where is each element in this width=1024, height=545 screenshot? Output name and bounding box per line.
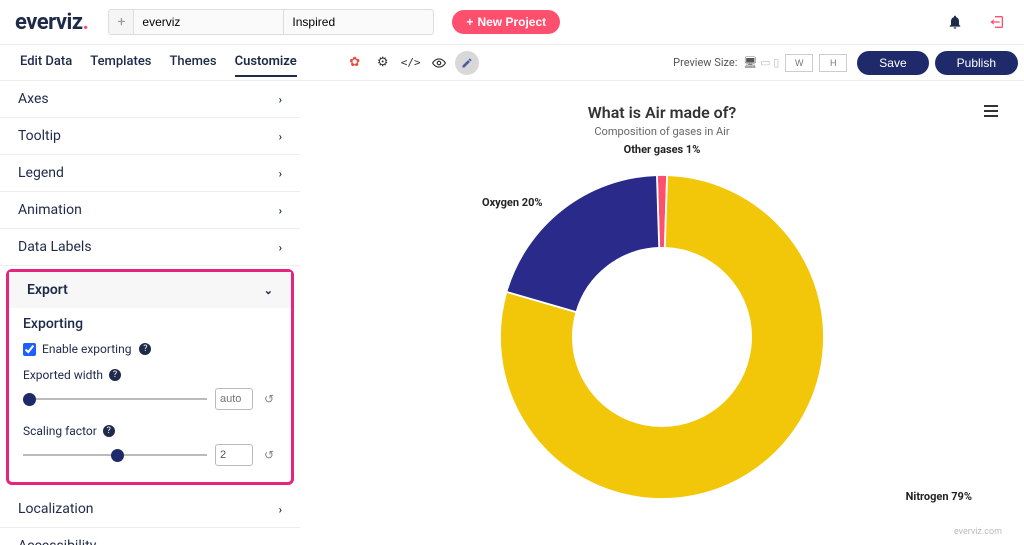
preview-size: Preview Size: 🖥 ▭ ▯ [673,54,847,72]
eye-icon[interactable] [427,51,451,75]
chart-subtitle: Composition of gases in Air [312,125,1012,138]
chevron-down-icon: ⌄ [264,284,273,297]
exported-width-row: Exported width? ↺ [23,368,277,410]
acc-animation[interactable]: Animation› [0,192,300,229]
watermark: everviz.com [954,527,1002,537]
gear-icon[interactable]: ✿ [343,51,367,75]
scaling-factor-slider[interactable] [23,448,207,462]
acc-data-labels[interactable]: Data Labels› [0,229,300,266]
reset-icon[interactable]: ↺ [261,391,277,407]
preview-height-input[interactable] [819,54,847,72]
acc-axes[interactable]: Axes› [0,81,300,118]
chevron-right-icon: › [279,540,282,545]
mobile-icon[interactable]: ▯ [773,56,779,69]
chevron-right-icon: › [279,204,282,217]
main: Axes› Tooltip› Legend› Animation› Data L… [0,81,1024,545]
tab-customize[interactable]: Customize [235,48,297,77]
desktop-icon[interactable]: 🖥 [743,56,757,69]
exported-width-input[interactable] [215,388,253,410]
tool-icons: ✿ ⚙ </> [343,51,479,75]
chart-title: What is Air made of? [312,91,1012,122]
new-project-button[interactable]: + New Project [452,10,560,34]
logo: everviz. [10,10,108,35]
new-project-label: New Project [477,15,546,29]
logout-icon[interactable] [980,5,1014,39]
scaling-factor-input[interactable] [215,444,253,466]
sliders-icon[interactable]: ⚙ [371,51,395,75]
chart-card: What is Air made of? Composition of gase… [312,91,1012,541]
acc-tooltip[interactable]: Tooltip› [0,118,300,155]
preview-size-label: Preview Size: [673,56,737,69]
project-name-group: + [108,9,434,35]
export-panel: Exporting Enable exporting ? Exported wi… [9,308,291,482]
tab-themes[interactable]: Themes [169,48,216,77]
chevron-right-icon: › [279,241,282,254]
data-label-oxygen: Oxygen 20% [482,196,543,209]
acc-localization[interactable]: Localization› [0,491,300,528]
chevron-right-icon: › [279,167,282,180]
editor-tabs: Edit Data Templates Themes Customize [20,48,297,77]
project-name-input[interactable] [134,9,284,35]
chevron-right-icon: › [279,503,282,516]
enable-exporting-checkbox[interactable] [23,343,36,356]
acc-legend[interactable]: Legend› [0,155,300,192]
help-icon[interactable]: ? [103,425,115,437]
help-icon[interactable]: ? [109,369,121,381]
top-bar: everviz. + + New Project [0,0,1024,45]
help-icon[interactable]: ? [139,343,151,355]
exported-width-label: Exported width [23,368,103,382]
save-button[interactable]: Save [857,51,928,75]
code-icon[interactable]: </> [399,51,423,75]
publish-button[interactable]: Publish [935,51,1018,75]
reset-icon[interactable]: ↺ [261,447,277,463]
tab-templates[interactable]: Templates [90,48,151,77]
data-label-other: Other gases 1% [624,143,701,156]
bell-icon[interactable] [938,5,972,39]
export-heading: Exporting [23,316,277,332]
second-bar: Edit Data Templates Themes Customize ✿ ⚙… [0,45,1024,81]
pencil-icon[interactable] [455,51,479,75]
chevron-right-icon: › [279,130,282,143]
donut-chart [482,157,842,521]
scaling-factor-label: Scaling factor [23,424,97,438]
enable-exporting-label: Enable exporting [42,342,131,356]
chart-canvas: What is Air made of? Composition of gase… [300,81,1024,545]
scaling-factor-row: Scaling factor? ↺ [23,424,277,466]
exported-width-slider[interactable] [23,392,207,406]
project-sub-input[interactable] [284,9,434,35]
chevron-right-icon: › [279,93,282,106]
add-icon[interactable]: + [108,9,134,35]
hamburger-icon[interactable] [984,105,998,117]
acc-export[interactable]: Export⌄ [9,272,291,308]
export-section-highlight: Export⌄ Exporting Enable exporting ? Exp… [6,269,294,485]
tablet-icon[interactable]: ▭ [760,56,770,69]
tab-edit-data[interactable]: Edit Data [20,48,72,77]
plus-icon: + [466,15,473,29]
acc-accessibility[interactable]: Accessibility› [0,528,300,545]
data-label-nitrogen: Nitrogen 79% [906,490,972,503]
customize-sidebar: Axes› Tooltip› Legend› Animation› Data L… [0,81,300,545]
preview-width-input[interactable] [785,54,813,72]
